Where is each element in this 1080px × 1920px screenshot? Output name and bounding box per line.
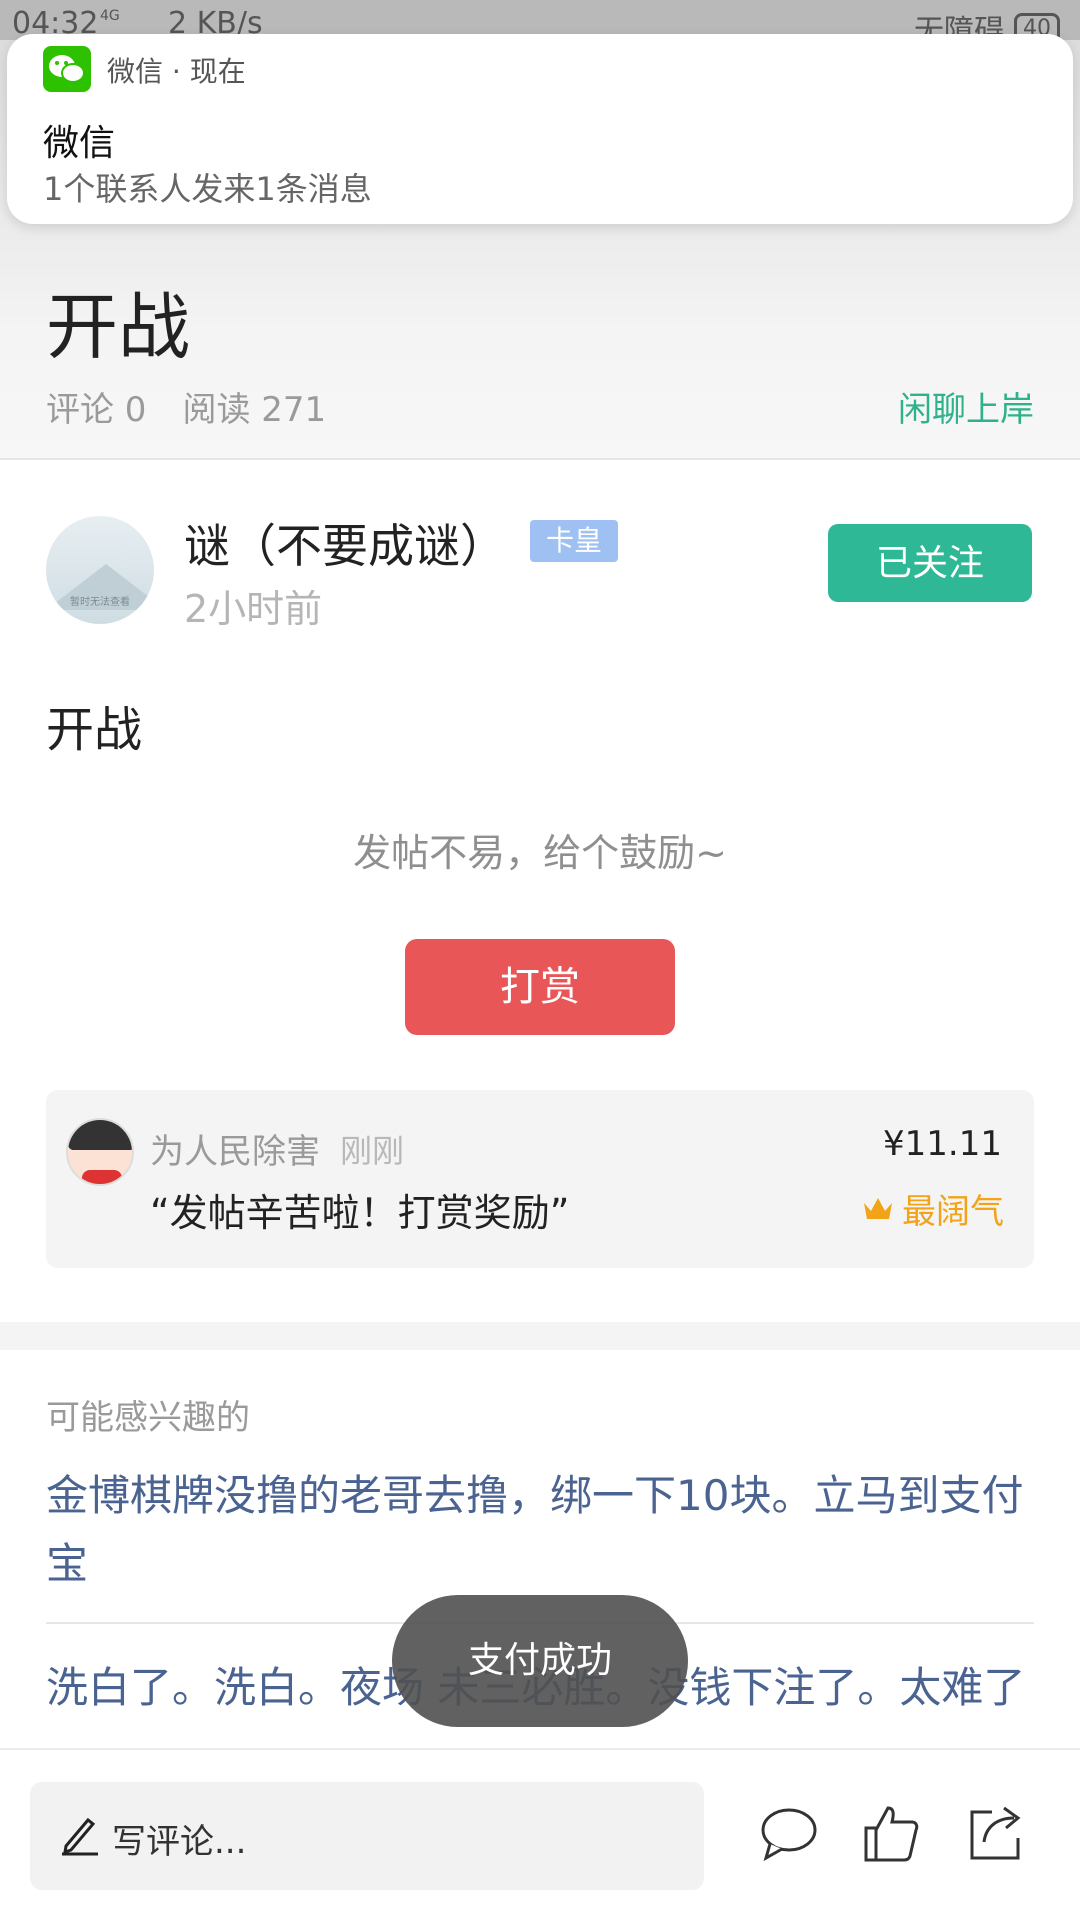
crown-icon (864, 1197, 892, 1219)
notification-title: 微信 (43, 123, 116, 164)
comment-count: 评论 0 (46, 390, 147, 430)
forum-link[interactable]: 闲聊上岸 (898, 382, 1034, 431)
reward-amount: ¥11.11 (883, 1124, 1002, 1164)
network-type: 4G (100, 8, 120, 24)
author-name[interactable]: 谜（不要成谜） (184, 510, 506, 576)
rewarder-name[interactable]: 为人民除害 (150, 1124, 320, 1173)
section-divider (0, 1322, 1080, 1350)
author-badge: 卡皇 (530, 520, 618, 562)
share-icon[interactable] (962, 1800, 1028, 1866)
pen-icon (62, 1817, 98, 1856)
like-icon[interactable] (858, 1800, 924, 1866)
post-title: 开战 (46, 285, 191, 369)
notification-app: 微信 · 现在 (107, 55, 246, 88)
recommendations-heading: 可能感兴趣的 (46, 1398, 250, 1438)
bottom-bar: 写评论... (0, 1748, 1080, 1920)
reward-tag-label: 最阔气 (902, 1192, 1004, 1232)
recommendation-item[interactable]: 金博棋牌没撸的老哥去撸，绑一下10块。立马到支付宝 (46, 1462, 1036, 1598)
wechat-notification[interactable]: 微信 · 现在 微信 1个联系人发来1条消息 (7, 34, 1073, 224)
encourage-text: 发帖不易，给个鼓励~ (353, 831, 727, 875)
post-content: 开战 (46, 702, 143, 758)
reward-button[interactable]: 打赏 (405, 939, 675, 1035)
post-time: 2小时前 (184, 587, 323, 631)
read-count: 阅读 271 (182, 390, 327, 430)
post-meta: 评论 0 阅读 271 (46, 382, 326, 431)
reward-tag: 最阔气 (862, 1184, 1004, 1233)
follow-button[interactable]: 已关注 (828, 524, 1032, 602)
comment-input[interactable]: 写评论... (30, 1782, 704, 1890)
reward-time: 刚刚 (340, 1132, 405, 1170)
comment-placeholder: 写评论... (112, 1822, 247, 1862)
comment-icon[interactable] (756, 1800, 822, 1866)
avatar-caption: 暂时无法查看 (70, 597, 130, 608)
notification-body: 1个联系人发来1条消息 (43, 170, 372, 208)
payment-success-toast: 支付成功 (392, 1595, 688, 1727)
author-avatar[interactable]: 暂时无法查看 (46, 516, 154, 624)
wechat-icon (43, 46, 91, 92)
reward-record: 为人民除害 刚刚 “发帖辛苦啦！打赏奖励” ¥11.11 最阔气 (46, 1090, 1034, 1268)
rewarder-avatar[interactable] (66, 1118, 134, 1186)
reward-message: “发帖辛苦啦！打赏奖励” (150, 1191, 570, 1235)
